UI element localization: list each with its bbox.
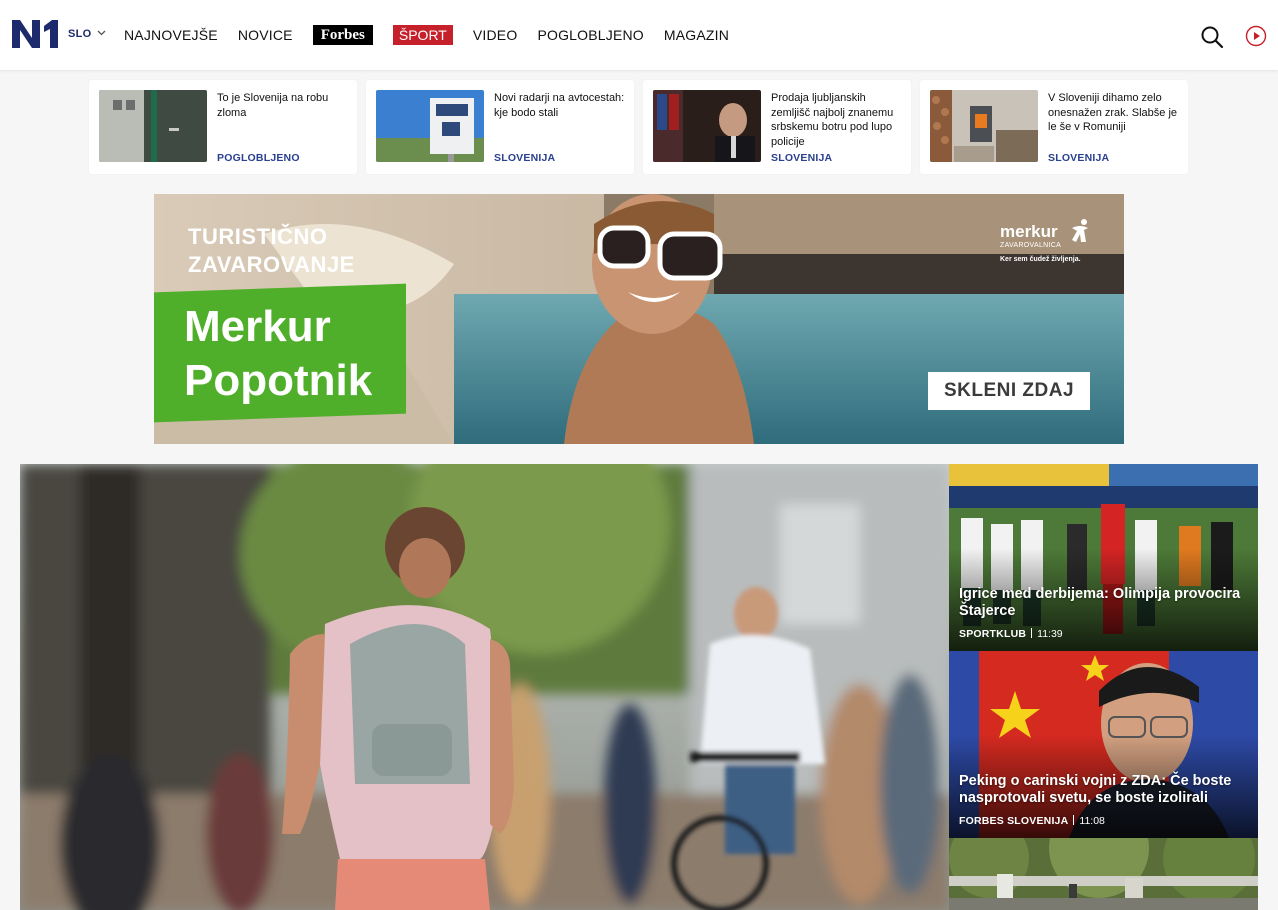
nav-sport[interactable]: ŠPORT: [392, 25, 453, 45]
side-story-image[interactable]: [949, 838, 1258, 910]
side-story-image[interactable]: [949, 651, 1258, 838]
side-story-source[interactable]: SPORTKLUB: [959, 628, 1026, 640]
merkur-figure-icon: [1072, 219, 1088, 242]
side-story-meta: SPORTKLUB 11:39: [959, 628, 1063, 640]
nav-najnovejse[interactable]: NAJNOVEJŠE: [124, 27, 218, 43]
side-story-card[interactable]: [949, 838, 1258, 910]
side-story-title[interactable]: Peking o carinski vojni z ZDA: Če boste …: [959, 773, 1249, 807]
side-story-time: 11:08: [1079, 815, 1105, 827]
story-thumbnail[interactable]: [376, 90, 484, 162]
story-category[interactable]: SLOVENIJA: [494, 152, 555, 164]
story-card[interactable]: V Sloveniji dihamo zelo onesnažen zrak. …: [920, 80, 1188, 174]
ad-product-line2: Popotnik: [184, 356, 373, 405]
nav-poglobljeno[interactable]: POGLOBLJENO: [537, 27, 643, 43]
story-thumbnail[interactable]: [930, 90, 1038, 162]
story-title[interactable]: Prodaja ljubljanskih zemljišč najbolj zn…: [771, 91, 903, 149]
ad-product-line1: Merkur: [184, 302, 331, 351]
story-card[interactable]: Novi radarji na avtocestah: kje bodo sta…: [366, 80, 634, 174]
ad-headline-line2: ZAVAROVANJE: [188, 252, 355, 277]
side-story-image[interactable]: [949, 464, 1258, 651]
side-story-title[interactable]: Igrice med derbijema: Olimpija provocira…: [959, 586, 1249, 620]
story-category[interactable]: SLOVENIJA: [1048, 152, 1109, 164]
story-thumbnail[interactable]: [653, 90, 761, 162]
chevron-down-icon[interactable]: [96, 27, 107, 38]
side-story-card[interactable]: Igrice med derbijema: Olimpija provocira…: [949, 464, 1258, 651]
hero-story[interactable]: [20, 464, 949, 910]
hero-image[interactable]: [20, 464, 949, 910]
story-category[interactable]: SLOVENIJA: [771, 152, 832, 164]
top-stories-strip: To je Slovenija na robu zloma POGLOBLJEN…: [89, 80, 1189, 174]
ad-banner[interactable]: TURISTIČNO ZAVAROVANJE Merkur Popotnik m…: [154, 194, 1124, 444]
search-icon[interactable]: [1200, 25, 1224, 49]
story-title[interactable]: Novi radarji na avtocestah: kje bodo sta…: [494, 91, 626, 120]
ad-brand-logo: merkur: [1000, 222, 1058, 241]
side-story-source[interactable]: FORBES SLOVENIJA: [959, 815, 1068, 827]
ad-headline-line1: TURISTIČNO: [188, 224, 328, 249]
language-selector[interactable]: SLO: [68, 28, 92, 40]
side-stories: Igrice med derbijema: Olimpija provocira…: [949, 464, 1258, 910]
story-title[interactable]: To je Slovenija na robu zloma: [217, 91, 349, 120]
ad-cta-button[interactable]: SKLENI ZDAJ: [928, 372, 1090, 410]
nav-video[interactable]: VIDEO: [473, 27, 518, 43]
story-category[interactable]: POGLOBLJENO: [217, 152, 300, 164]
meta-divider: [1073, 815, 1075, 825]
n1-logo[interactable]: [10, 18, 60, 50]
story-title[interactable]: V Sloveniji dihamo zelo onesnažen zrak. …: [1048, 91, 1180, 135]
play-circle-icon[interactable]: [1245, 25, 1267, 47]
side-story-time: 11:39: [1037, 628, 1063, 640]
ad-brand-subtitle: ZAVAROVALNICA: [1000, 242, 1062, 249]
story-thumbnail[interactable]: [99, 90, 207, 162]
site-header: SLO NAJNOVEJŠE NOVICE Forbes ŠPORT VIDEO…: [0, 0, 1278, 70]
story-card[interactable]: Prodaja ljubljanskih zemljišč najbolj zn…: [643, 80, 911, 174]
nav-forbes[interactable]: Forbes: [312, 25, 373, 45]
story-card[interactable]: To je Slovenija na robu zloma POGLOBLJEN…: [89, 80, 357, 174]
side-story-meta: FORBES SLOVENIJA 11:08: [959, 815, 1105, 827]
meta-divider: [1031, 628, 1033, 638]
nav-novice[interactable]: NOVICE: [238, 27, 293, 43]
side-story-card[interactable]: Peking o carinski vojni z ZDA: Če boste …: [949, 651, 1258, 838]
main-nav: NAJNOVEJŠE NOVICE Forbes ŠPORT VIDEO POG…: [124, 24, 749, 46]
ad-brand-tagline: Ker sem čudež življenja.: [1000, 256, 1081, 263]
nav-magazin[interactable]: MAGAZIN: [664, 27, 729, 43]
